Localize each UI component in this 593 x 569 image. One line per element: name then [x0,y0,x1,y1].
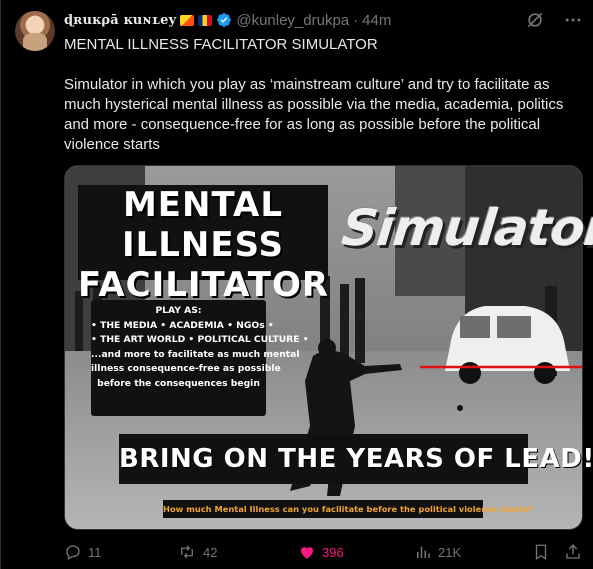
like-button[interactable]: 396 [298,542,344,562]
play-as-line-4: ...and more to facilitate as much mental [91,348,300,360]
media-title-line-1: MENTAL ILLNESS [121,185,285,265]
repost-icon [181,545,193,559]
tweet-action-bar: 11 42 396 21K [64,542,584,562]
views-button[interactable]: 21K [414,542,461,562]
display-name[interactable]: ɖʀuĸρā ĸuɴʟey [64,13,176,28]
analytics-icon [417,546,430,558]
simulator-word: Simulator [338,199,593,257]
play-as-line-5: illness consequence-free as possible [91,363,281,374]
bookmark-button[interactable] [532,542,550,562]
tweet-header: ɖʀuĸρā ĸuɴʟey @kunley_drukpa · 44m [64,10,391,30]
view-count: 21K [438,544,462,560]
share-icon [566,544,580,559]
timeline-divider [0,0,1,569]
years-of-lead-banner: BRING ON THE YEARS OF LEAD! [119,434,593,484]
reply-icon [66,545,80,560]
bhutan-flag-icon [180,14,195,26]
media-title: MENTAL ILLNESS FACILITATOR [78,185,328,305]
like-count: 396 [322,544,344,560]
play-as-box: PLAY AS: • THE MEDIA • ACADEMIA • NGOs •… [91,300,309,416]
tweet-headline: MENTAL ILLNESS FACILITATOR SIMULATOR [64,36,378,53]
play-as-line-3: • THE ART WORLD • POLITICAL CULTURE • [91,334,309,345]
play-as-line-6: before the consequences begin [97,377,260,389]
romania-flag-icon [198,14,213,26]
play-as-line-1: PLAY AS: [155,305,202,316]
repost-button[interactable]: 42 [177,542,217,562]
repost-count: 42 [203,544,218,560]
media-title-line-2: FACILITATOR [78,265,330,305]
timestamp[interactable]: 44m [362,12,391,29]
separator-dot: · [353,11,359,29]
bookmark-icon [535,544,547,561]
avatar[interactable] [15,11,55,51]
question-caption: How much Mental Illness can you facilita… [163,500,533,518]
more-options-icon[interactable] [563,10,583,30]
reply-count: 11 [88,544,102,560]
play-as-line-2: • THE MEDIA • ACADEMIA • NGOs • [91,319,274,331]
tweet-top-actions [525,10,583,30]
share-button[interactable] [564,542,582,562]
tweet-body: Simulator in which you play as ‘mainstre… [64,76,564,153]
heart-icon [301,547,313,559]
verified-badge-icon[interactable] [216,12,232,28]
reply-button[interactable]: 11 [64,542,102,562]
tweet-text: MENTAL ILLNESS FACILITATOR SIMULATOR Sim… [64,35,584,155]
author-handle[interactable]: @kunley_drukpa [236,12,349,29]
grok-icon[interactable] [525,10,545,30]
